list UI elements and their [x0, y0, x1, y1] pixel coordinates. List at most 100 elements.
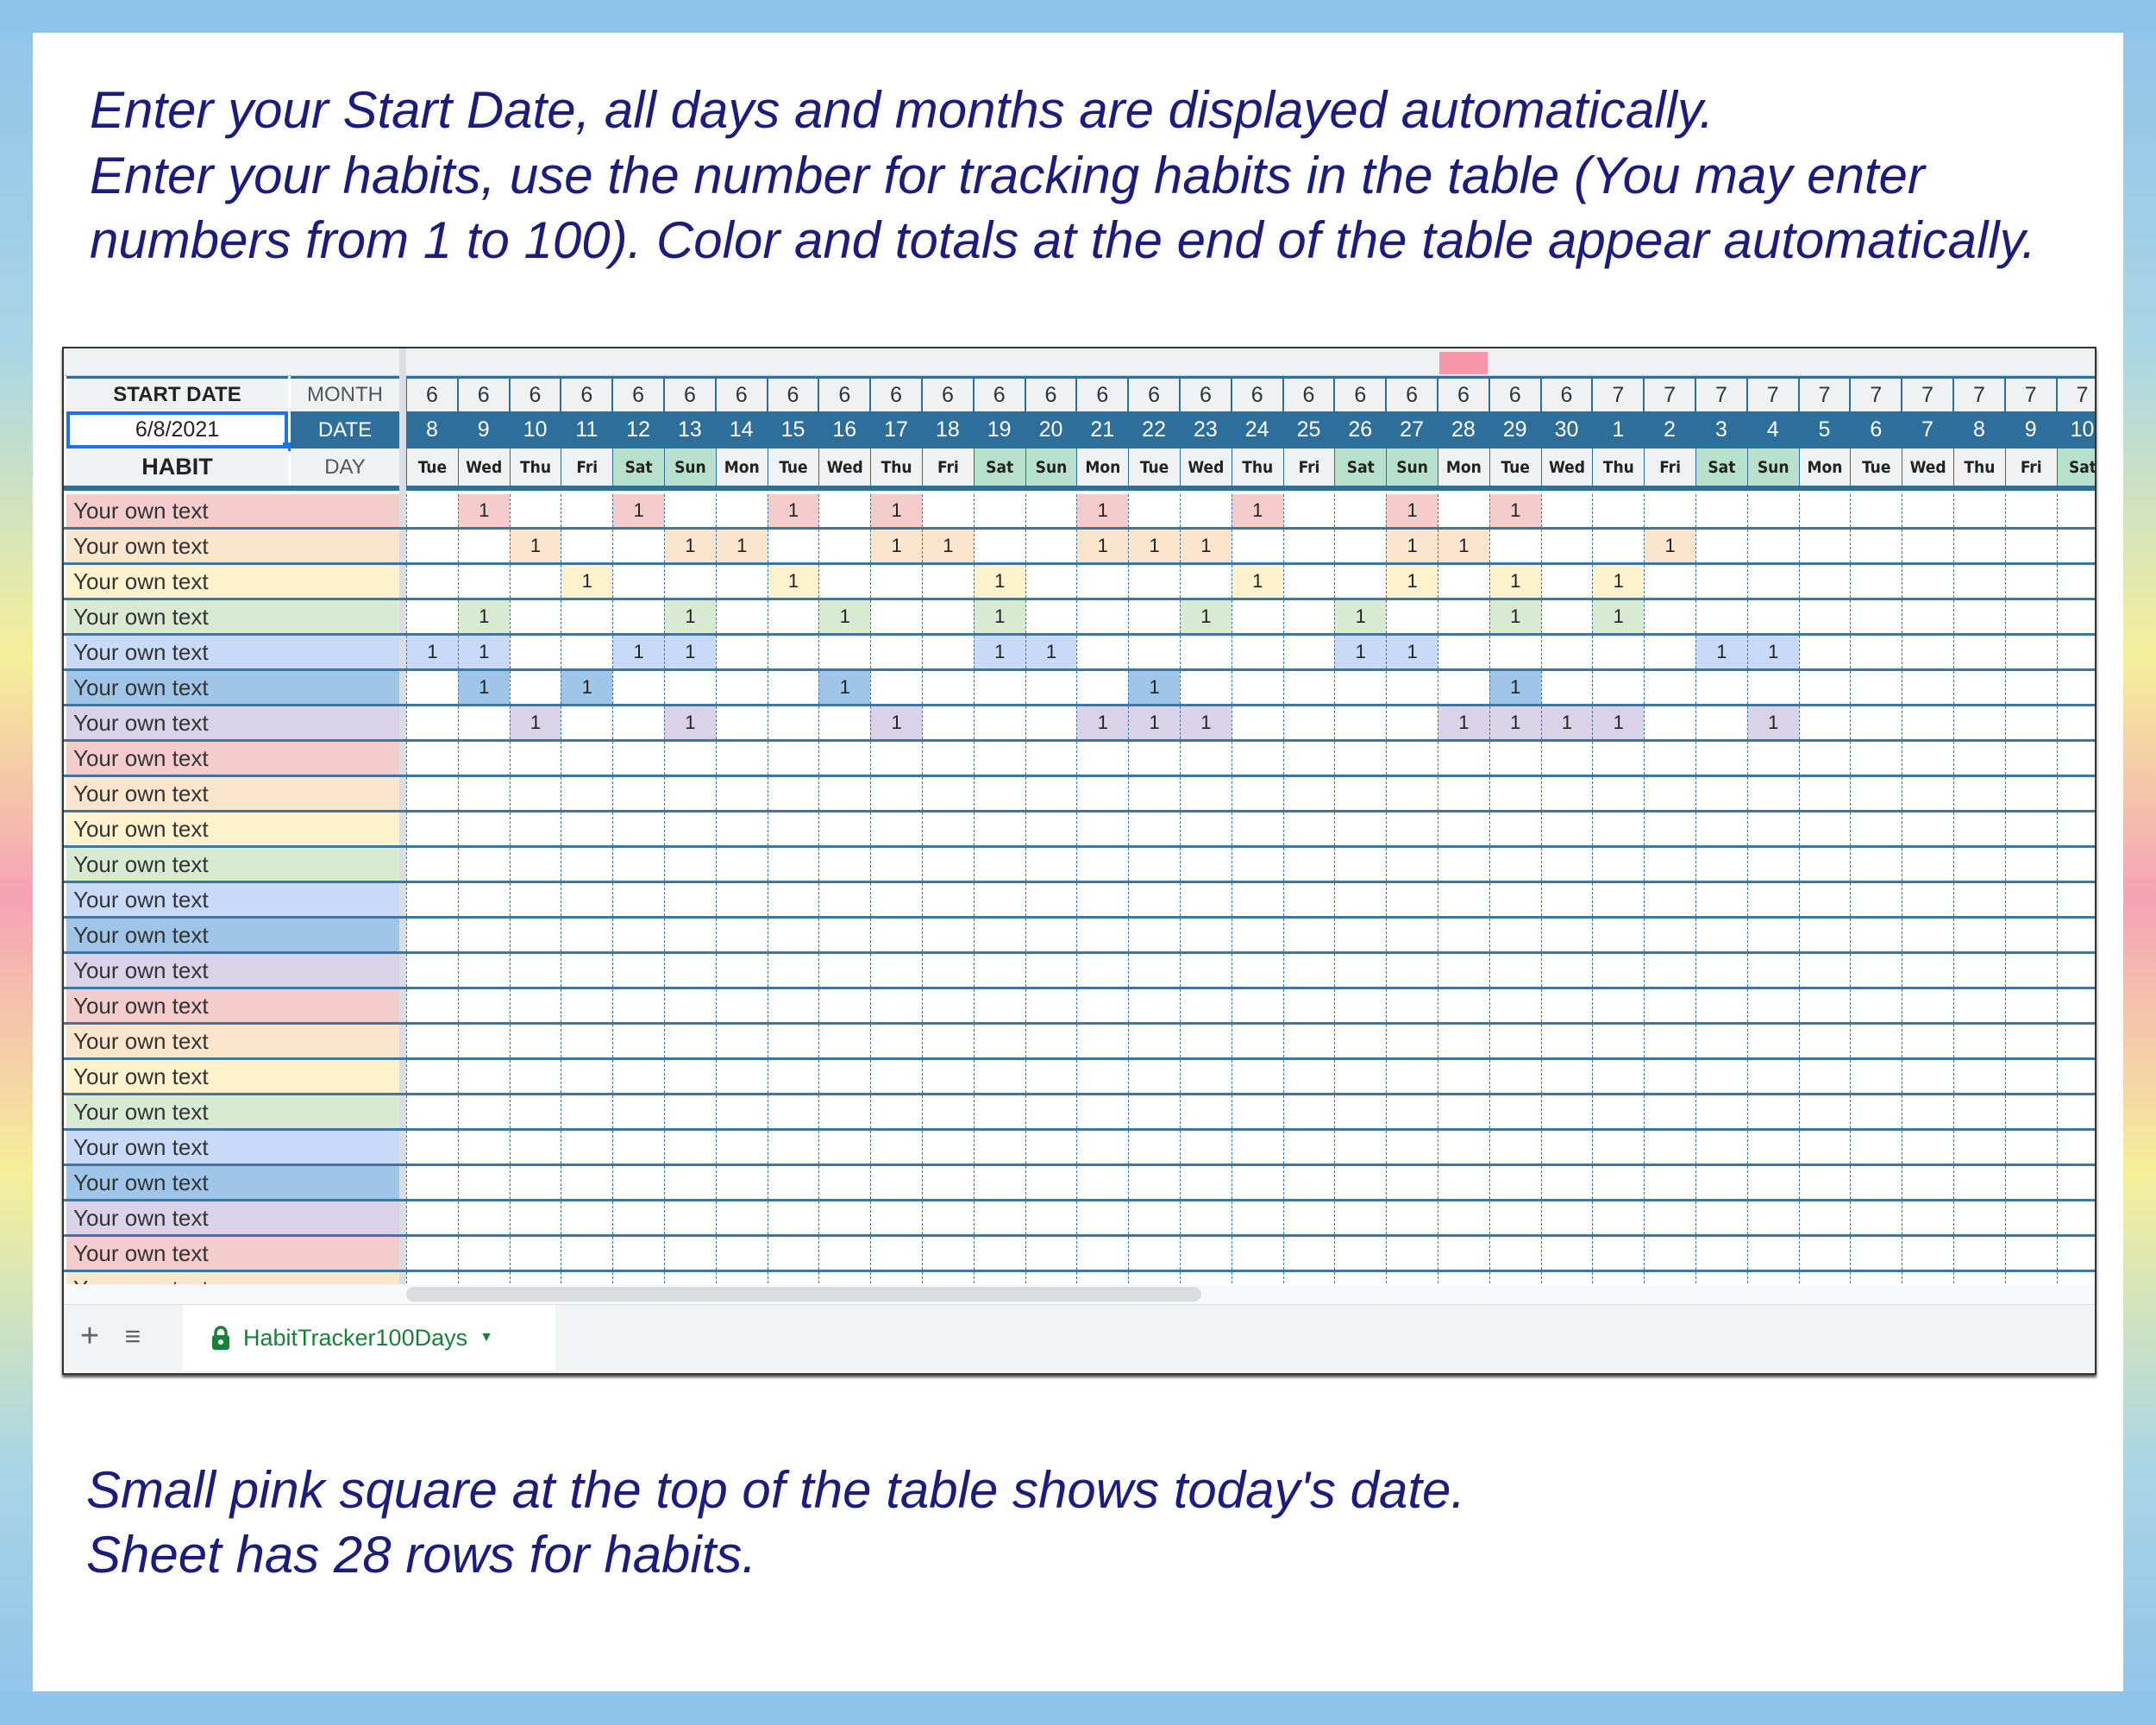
- habit-entry-cell[interactable]: [1850, 777, 1902, 810]
- habit-entry-cell[interactable]: 1: [1386, 494, 1438, 527]
- habit-entry-cell[interactable]: [1489, 742, 1541, 775]
- habit-entry-cell[interactable]: [1850, 1095, 1902, 1128]
- habit-entry-cell[interactable]: [1489, 883, 1541, 916]
- habit-entry-cell[interactable]: [509, 565, 561, 598]
- date-cell[interactable]: 29: [1489, 411, 1541, 448]
- month-cell[interactable]: 6: [1128, 376, 1180, 411]
- habit-entry-cell[interactable]: 1: [457, 600, 510, 633]
- habit-entry-cell[interactable]: [767, 636, 819, 668]
- habit-entry-cell[interactable]: [1850, 954, 1902, 987]
- horizontal-scrollbar[interactable]: [406, 1287, 1201, 1302]
- habit-entry-cell[interactable]: [1076, 1095, 1129, 1128]
- habit-name-cell[interactable]: Your own text: [66, 1095, 399, 1128]
- habit-entry-cell[interactable]: [1695, 848, 1747, 881]
- habit-entry-cell[interactable]: [1798, 777, 1851, 810]
- habit-entry-cell[interactable]: [1231, 706, 1283, 739]
- habit-entry-cell[interactable]: [1695, 1201, 1747, 1234]
- habit-entry-cell[interactable]: [2056, 742, 2095, 775]
- habit-entry-cell[interactable]: [818, 919, 871, 951]
- habit-entry-cell[interactable]: [1180, 1131, 1232, 1164]
- habit-entry-cell[interactable]: [1746, 989, 1799, 1022]
- day-cell[interactable]: Sun: [664, 448, 716, 486]
- habit-entry-cell[interactable]: [1231, 1060, 1283, 1093]
- date-cell[interactable]: 21: [1076, 411, 1129, 448]
- day-cell[interactable]: Fri: [922, 448, 974, 486]
- habit-entry-cell[interactable]: [1953, 919, 2005, 951]
- habit-entry-cell[interactable]: [2004, 1201, 2057, 1234]
- habit-entry-cell[interactable]: [1540, 989, 1593, 1022]
- habit-entry-cell[interactable]: [1953, 1237, 2005, 1270]
- habit-entry-cell[interactable]: 1: [1180, 706, 1232, 739]
- habit-entry-cell[interactable]: [612, 777, 664, 810]
- habit-entry-cell[interactable]: [1746, 777, 1799, 810]
- habit-entry-cell[interactable]: [2056, 565, 2095, 598]
- habit-entry-cell[interactable]: [1438, 989, 1489, 1022]
- habit-entry-cell[interactable]: [2056, 636, 2095, 668]
- habit-entry-cell[interactable]: [1953, 1201, 2005, 1234]
- habit-entry-cell[interactable]: [561, 919, 613, 951]
- month-cell[interactable]: 6: [818, 376, 871, 411]
- habit-entry-cell[interactable]: [818, 565, 871, 598]
- month-cell[interactable]: 7: [1592, 376, 1645, 411]
- habit-entry-cell[interactable]: [2004, 671, 2057, 704]
- month-cell[interactable]: 6: [767, 376, 819, 411]
- habit-entry-cell[interactable]: [1025, 1025, 1077, 1057]
- habit-entry-cell[interactable]: [1128, 742, 1180, 775]
- habit-entry-cell[interactable]: [1180, 812, 1232, 845]
- month-cell[interactable]: 7: [1644, 376, 1695, 411]
- habit-entry-cell[interactable]: [2004, 742, 2057, 775]
- date-cell[interactable]: 12: [612, 411, 664, 448]
- habit-entry-cell[interactable]: [870, 1131, 922, 1164]
- habit-entry-cell[interactable]: [406, 1060, 458, 1093]
- habit-entry-cell[interactable]: [922, 494, 974, 527]
- habit-entry-cell[interactable]: [2004, 989, 2057, 1022]
- habit-entry-cell[interactable]: [1438, 1237, 1489, 1270]
- habit-entry-cell[interactable]: [1282, 706, 1335, 739]
- habit-entry-cell[interactable]: [1334, 848, 1387, 881]
- habit-entry-cell[interactable]: 1: [406, 636, 458, 668]
- habit-entry-cell[interactable]: 1: [1592, 565, 1645, 598]
- habit-entry-cell[interactable]: [1386, 1166, 1438, 1199]
- habit-entry-cell[interactable]: [1282, 812, 1335, 845]
- habit-entry-cell[interactable]: [870, 989, 922, 1022]
- habit-entry-cell[interactable]: [1902, 1237, 1953, 1270]
- habit-entry-cell[interactable]: [457, 1025, 510, 1057]
- habit-entry-cell[interactable]: [1438, 848, 1489, 881]
- habit-entry-cell[interactable]: [1282, 777, 1335, 810]
- day-cell[interactable]: Sun: [1746, 448, 1799, 486]
- habit-entry-cell[interactable]: 1: [870, 706, 922, 739]
- habit-entry-cell[interactable]: [767, 954, 819, 987]
- habit-entry-cell[interactable]: 1: [1128, 530, 1180, 562]
- habit-entry-cell[interactable]: [1386, 848, 1438, 881]
- habit-entry-cell[interactable]: [1386, 954, 1438, 987]
- day-cell[interactable]: Tue: [1850, 448, 1902, 486]
- day-cell[interactable]: Sat: [2056, 448, 2095, 486]
- habit-entry-cell[interactable]: [1644, 742, 1695, 775]
- habit-entry-cell[interactable]: [1180, 954, 1232, 987]
- habit-entry-cell[interactable]: [715, 989, 768, 1022]
- day-cell[interactable]: Wed: [1902, 448, 1953, 486]
- month-cell[interactable]: 6: [1180, 376, 1232, 411]
- habit-entry-cell[interactable]: [922, 989, 974, 1022]
- habit-entry-cell[interactable]: [1695, 530, 1747, 562]
- habit-entry-cell[interactable]: [1746, 848, 1799, 881]
- habit-entry-cell[interactable]: [1695, 1025, 1747, 1057]
- habit-entry-cell[interactable]: [2056, 1095, 2095, 1128]
- habit-entry-cell[interactable]: [1540, 1095, 1593, 1128]
- habit-entry-cell[interactable]: [1746, 1131, 1799, 1164]
- habit-name-cell[interactable]: Your own text: [66, 812, 399, 845]
- day-cell[interactable]: Sat: [973, 448, 1025, 486]
- habit-entry-cell[interactable]: [1902, 1095, 1953, 1128]
- habit-entry-cell[interactable]: [1695, 494, 1747, 527]
- habit-entry-cell[interactable]: [1644, 600, 1695, 633]
- habit-entry-cell[interactable]: [457, 1060, 510, 1093]
- habit-entry-cell[interactable]: [870, 883, 922, 916]
- day-cell[interactable]: Sun: [1386, 448, 1438, 486]
- habit-entry-cell[interactable]: [973, 1060, 1025, 1093]
- habit-entry-cell[interactable]: [612, 1131, 664, 1164]
- habit-entry-cell[interactable]: [457, 848, 510, 881]
- habit-entry-cell[interactable]: [1334, 954, 1387, 987]
- habit-entry-cell[interactable]: [2004, 636, 2057, 668]
- habit-entry-cell[interactable]: [1592, 883, 1645, 916]
- habit-entry-cell[interactable]: [1592, 1095, 1645, 1128]
